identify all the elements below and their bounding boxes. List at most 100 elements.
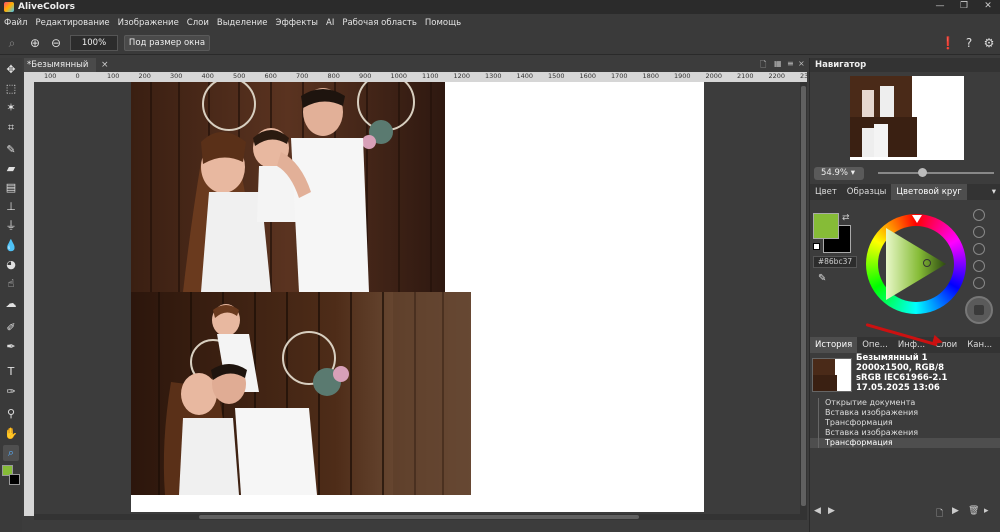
menu-select[interactable]: Выделение: [217, 18, 268, 28]
navigator-zoom-dropdown[interactable]: 54.9% ▾: [814, 167, 864, 180]
ruler-tick-label: 2000: [705, 72, 723, 80]
color-wheel[interactable]: [866, 214, 966, 314]
wheel-mode-knob-3[interactable]: [973, 243, 985, 255]
horizontal-scroll-thumb[interactable]: [199, 515, 639, 519]
list-icon[interactable]: ≡: [787, 59, 794, 68]
menu-help[interactable]: Помощь: [425, 18, 461, 28]
horizontal-scrollbar[interactable]: [34, 514, 807, 520]
minimize-icon[interactable]: —: [928, 0, 952, 14]
vertical-scroll-thumb[interactable]: [801, 86, 806, 506]
help-icon[interactable]: ?: [961, 35, 977, 51]
menu-layers[interactable]: Слои: [187, 18, 209, 28]
ruler-tick-label: 0: [75, 72, 80, 80]
zoom-in-icon[interactable]: ⊕: [27, 35, 43, 51]
menu-file[interactable]: Файл: [4, 18, 27, 28]
stamp-tool-icon[interactable]: ⊥: [3, 199, 19, 215]
smudge-tool-icon[interactable]: ☝: [3, 276, 19, 292]
eyedropper-tool-icon[interactable]: ⚲: [3, 406, 19, 422]
swap-colors-icon[interactable]: ⇄: [842, 213, 850, 223]
tab-color[interactable]: Цвет: [810, 184, 842, 200]
marquee-tool-icon[interactable]: ⬚: [3, 81, 19, 97]
wheel-mode-knob-5[interactable]: [973, 277, 985, 289]
menu-ai[interactable]: AI: [326, 18, 334, 28]
settings-gear-icon[interactable]: ⚙: [981, 35, 997, 51]
eraser-tool-icon[interactable]: ▰: [3, 161, 19, 177]
sponge-tool-icon[interactable]: ☁: [3, 296, 19, 312]
clone-tool-icon[interactable]: ⏚: [3, 218, 19, 234]
arrange-icon[interactable]: ▦: [774, 59, 782, 68]
history-item[interactable]: Вставка изображения: [810, 428, 1000, 438]
tab-history[interactable]: История: [810, 337, 858, 353]
dodge-tool-icon[interactable]: ◕: [3, 257, 19, 273]
tab-operations[interactable]: Опе...: [857, 337, 893, 353]
delete-icon[interactable]: 🗑: [968, 506, 979, 516]
redo-arrow-icon[interactable]: ▶: [828, 506, 835, 516]
fit-window-button[interactable]: Под размер окна: [124, 35, 210, 51]
ruler-tick-label: 1800: [642, 72, 660, 80]
zoom-tool-icon[interactable]: ⌕: [3, 445, 19, 461]
wheel-mode-knob-4[interactable]: [973, 260, 985, 272]
eyedropper-icon[interactable]: ✎: [818, 273, 826, 284]
menu-workspace[interactable]: Рабочая область: [342, 18, 417, 28]
menu-edit[interactable]: Редактирование: [35, 18, 109, 28]
move-tool-icon[interactable]: ✥: [3, 62, 19, 78]
close-window-icon[interactable]: ✕: [976, 0, 1000, 14]
color-panel-menu-icon[interactable]: ▾: [987, 184, 1000, 200]
navigator-zoom-knob[interactable]: [918, 168, 927, 177]
close-tab-icon[interactable]: ×: [101, 58, 109, 72]
new-snapshot-icon[interactable]: 🗋: [936, 506, 943, 522]
canvas-area[interactable]: [34, 82, 807, 516]
pen-tool-icon[interactable]: ✒: [3, 339, 19, 355]
tab-channels[interactable]: Кан...: [962, 337, 997, 353]
zoom-out-icon[interactable]: ⊖: [48, 35, 64, 51]
blur-tool-icon[interactable]: 💧: [3, 238, 19, 254]
wheel-big-knob[interactable]: [965, 296, 993, 324]
photo-layer-1[interactable]: [131, 82, 445, 292]
vertical-ruler: [24, 82, 34, 516]
history-item[interactable]: Трансформация: [810, 418, 1000, 428]
undo-arrow-icon[interactable]: ◀: [814, 506, 821, 516]
text-tool-icon[interactable]: T: [3, 364, 19, 380]
path-tool-icon[interactable]: ✑: [3, 384, 19, 400]
history-thumb-image: [813, 359, 851, 391]
ruler-tick-label: 2200: [768, 72, 786, 80]
hex-color-field[interactable]: #86bc37: [813, 256, 857, 268]
gradient-tool-icon[interactable]: ▤: [3, 180, 19, 196]
document-tab[interactable]: *Безымянный 1: [24, 58, 96, 84]
ruler-tick-label: 1500: [548, 72, 565, 80]
zoom-input[interactable]: 100%: [70, 35, 118, 51]
navigator-preview[interactable]: [850, 76, 964, 160]
ruler-tick-label: 200: [138, 72, 151, 80]
brush-tool-icon[interactable]: ✎: [3, 142, 19, 158]
tab-swatches[interactable]: Образцы: [842, 184, 892, 200]
new-doc-icon[interactable]: 🗋: [760, 59, 766, 73]
crop-tool-icon[interactable]: ⌗: [3, 120, 19, 136]
reset-colors-icon[interactable]: [813, 243, 820, 250]
history-item[interactable]: Вставка изображения: [810, 408, 1000, 418]
navigator-zoom-slider[interactable]: [878, 172, 994, 174]
pencil-tool-icon[interactable]: ✐: [3, 320, 19, 336]
wheel-mode-knob-2[interactable]: [973, 226, 985, 238]
history-snapshot-thumb[interactable]: [812, 358, 852, 392]
hue-marker-icon[interactable]: [912, 215, 922, 223]
color-picker-dot[interactable]: [923, 259, 931, 267]
family-photo-1: [131, 82, 445, 292]
maximize-icon[interactable]: ❐: [952, 0, 976, 14]
background-color-swatch[interactable]: [9, 474, 20, 485]
wheel-mode-knob-1[interactable]: [973, 209, 985, 221]
history-item-current[interactable]: Трансформация: [810, 438, 1000, 448]
feedback-icon[interactable]: ❗: [940, 35, 956, 51]
menu-image[interactable]: Изображение: [118, 18, 179, 28]
tab-color-wheel[interactable]: Цветовой круг: [891, 184, 967, 200]
more-icon[interactable]: ▸: [984, 506, 989, 516]
vertical-scrollbar[interactable]: [800, 82, 807, 514]
history-item[interactable]: Открытие документа: [810, 398, 1000, 408]
foreground-color-box[interactable]: [813, 213, 839, 239]
menu-effects[interactable]: Эффекты: [276, 18, 319, 28]
magic-wand-tool-icon[interactable]: ✶: [3, 100, 19, 116]
document-canvas[interactable]: [131, 82, 704, 512]
photo-layer-2[interactable]: [131, 292, 471, 495]
hand-tool-icon[interactable]: ✋: [3, 426, 19, 442]
play-icon[interactable]: ▶: [952, 506, 959, 516]
close-all-icon[interactable]: ×: [798, 59, 805, 68]
